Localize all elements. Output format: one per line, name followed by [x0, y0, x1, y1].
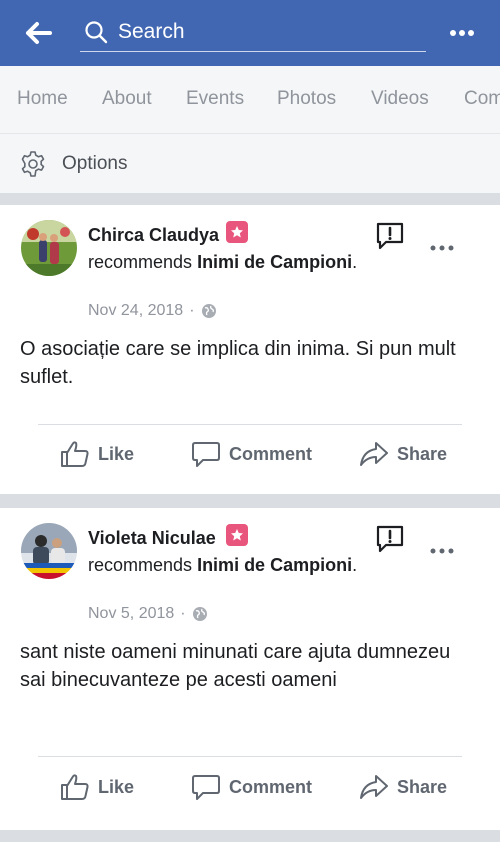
tab-about[interactable]: About — [102, 88, 152, 110]
author-name[interactable]: Chirca Claudya — [88, 225, 219, 246]
share-icon — [360, 442, 388, 466]
share-label: Share — [397, 776, 448, 797]
post-text: sant niste oameni minunati care ajuta du… — [20, 641, 451, 691]
recommendation-post: Violeta Niculae recommends Inimi de Camp… — [0, 508, 500, 830]
page-name-link[interactable]: Inimi de Campioni — [197, 555, 352, 575]
like-icon — [61, 774, 89, 800]
separator-dot: · — [189, 302, 195, 319]
more-dots-icon — [430, 548, 454, 554]
arrow-left-icon — [26, 22, 52, 44]
recommendation-badge — [226, 221, 248, 243]
recommendation-badge — [226, 524, 248, 546]
post-more-button[interactable] — [426, 238, 458, 258]
like-label: Like — [98, 776, 135, 797]
back-button[interactable] — [22, 18, 56, 48]
gear-icon — [18, 149, 48, 179]
comment-label: Comment — [229, 443, 313, 464]
more-options-button[interactable] — [442, 20, 482, 46]
post-meta: Nov 24, 2018 · — [88, 302, 217, 320]
search-input[interactable] — [118, 19, 398, 44]
recommendation-line: recommends Inimi de Campioni. — [88, 553, 378, 577]
divider — [38, 756, 462, 757]
avatar[interactable] — [21, 220, 77, 276]
tab-events[interactable]: Events — [186, 88, 244, 110]
divider — [38, 424, 462, 425]
recommendation-post: Chirca Claudya recommends Inimi de Campi… — [0, 205, 500, 494]
avatar[interactable] — [21, 523, 77, 579]
post-date[interactable]: Nov 5, 2018 — [88, 605, 174, 623]
comment-icon — [192, 775, 220, 800]
star-icon — [231, 529, 243, 541]
comment-label: Comment — [229, 776, 313, 797]
report-flag-icon — [376, 222, 404, 250]
star-icon — [231, 226, 243, 238]
comment-button[interactable]: Comment — [191, 440, 312, 468]
more-dots-icon — [430, 245, 454, 251]
separator-dot: · — [180, 605, 186, 622]
comment-button[interactable]: Comment — [191, 773, 312, 801]
globe-icon — [201, 304, 216, 318]
like-button[interactable]: Like — [60, 440, 134, 468]
like-icon — [61, 441, 89, 467]
options-label: Options — [62, 152, 128, 174]
share-label: Share — [397, 443, 448, 464]
report-button[interactable] — [375, 524, 405, 554]
recommends-text: recommends — [88, 555, 193, 575]
report-flag-icon — [376, 525, 404, 553]
like-button[interactable]: Like — [60, 773, 134, 801]
globe-icon — [192, 607, 207, 621]
post-text: O asociație care se implica din inima. S… — [20, 338, 456, 388]
page-name-link[interactable]: Inimi de Campioni — [197, 252, 352, 272]
post-meta: Nov 5, 2018 · — [88, 605, 208, 623]
page-tabs: Home About Events Photos Videos Com — [0, 66, 500, 133]
report-button[interactable] — [375, 221, 405, 251]
recommends-text: recommends — [88, 252, 193, 272]
tab-videos[interactable]: Videos — [371, 88, 429, 110]
tab-home[interactable]: Home — [17, 88, 68, 110]
like-label: Like — [98, 443, 135, 464]
more-dots-icon — [450, 30, 474, 36]
author-name[interactable]: Violeta Niculae — [88, 528, 216, 549]
share-button[interactable]: Share — [359, 773, 447, 801]
share-button[interactable]: Share — [359, 440, 447, 468]
punctuation: . — [352, 555, 358, 575]
share-icon — [360, 775, 388, 799]
search-bar[interactable] — [80, 12, 426, 52]
post-more-button[interactable] — [426, 541, 458, 561]
recommendation-line: recommends Inimi de Campioni. — [88, 250, 378, 274]
comment-icon — [192, 442, 220, 467]
top-bar — [0, 0, 500, 66]
search-icon — [82, 18, 110, 46]
tab-community[interactable]: Com — [464, 88, 500, 110]
options-button[interactable]: Options — [0, 133, 500, 193]
tab-photos[interactable]: Photos — [277, 88, 336, 110]
punctuation: . — [352, 252, 358, 272]
post-date[interactable]: Nov 24, 2018 — [88, 302, 183, 320]
